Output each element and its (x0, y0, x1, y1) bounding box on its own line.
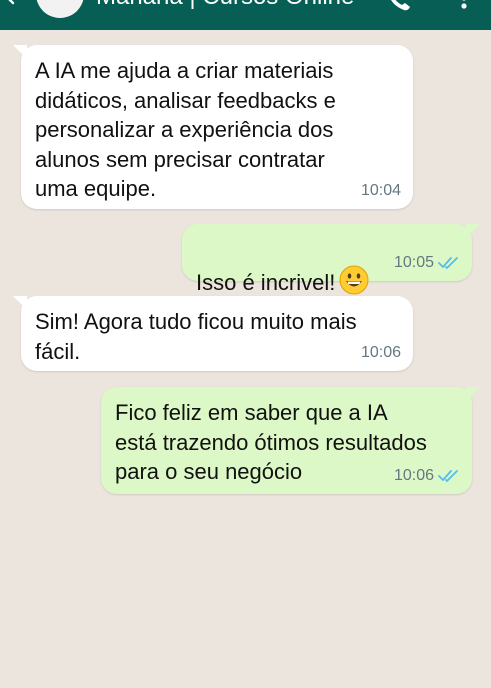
double-check-icon (438, 257, 458, 269)
message-time: 10:06 (393, 467, 434, 484)
message-text: A IA me ajuda a criar materiais didático… (35, 58, 336, 201)
bubble-tail (13, 45, 27, 59)
chat-header: Mariana | Cursos Online (0, 0, 491, 30)
bubble-tail (466, 387, 480, 401)
grinning-face-emoji (339, 265, 369, 294)
contact-name[interactable]: Mariana | Cursos Online (96, 0, 354, 12)
message-meta: 10:04 (361, 182, 401, 200)
arrow-left-icon[interactable] (6, 0, 20, 5)
message-text: Isso é incrivel! (196, 269, 336, 295)
double-check-icon (438, 470, 458, 482)
message-meta: 10:05 (394, 254, 460, 272)
message-meta: 10:06 (394, 467, 460, 485)
more-vertical-icon[interactable] (454, 0, 474, 10)
message-outgoing[interactable]: Fico feliz em saber que a IA está trazen… (101, 387, 480, 494)
message-time: 10:04 (360, 182, 401, 199)
message-time: 10:05 (393, 254, 434, 271)
message-incoming[interactable]: A IA me ajuda a criar materiais didático… (13, 45, 413, 209)
message-meta: 10:06 (361, 344, 401, 362)
phone-icon[interactable] (385, 0, 411, 12)
bubble-tail (466, 224, 480, 238)
message-time: 10:06 (360, 344, 401, 361)
message-outgoing[interactable]: Isso é incrivel! 10:05 (182, 224, 480, 295)
message-incoming[interactable]: Sim! Agora tudo ficou muito mais fácil. … (13, 296, 413, 371)
avatar[interactable] (36, 0, 84, 18)
message-text: Sim! Agora tudo ficou muito mais fácil. (35, 309, 357, 364)
bubble-tail (13, 296, 27, 310)
